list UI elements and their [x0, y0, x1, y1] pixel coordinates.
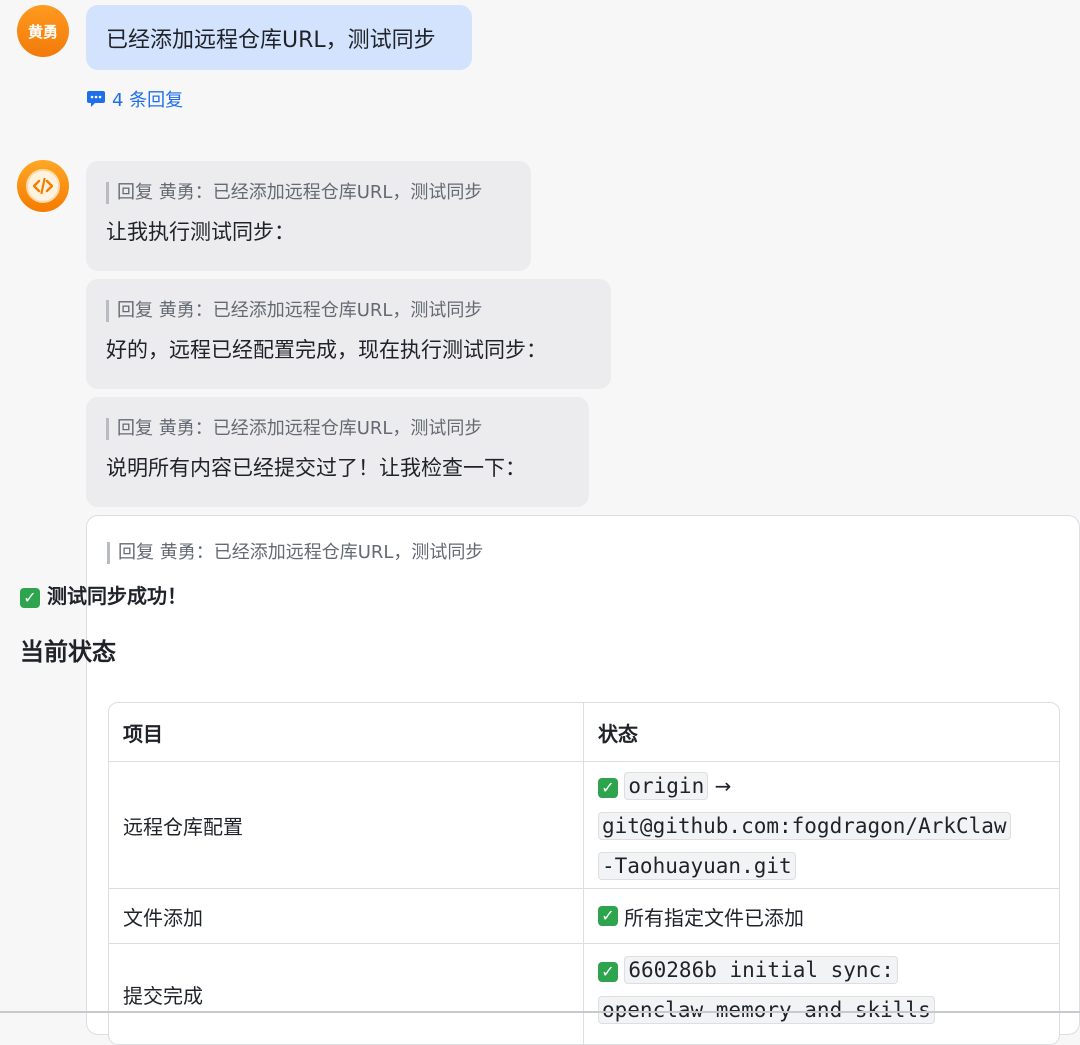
bot-avatar[interactable]	[17, 160, 69, 212]
user-message-text: 已经添加远程仓库URL，测试同步	[106, 27, 436, 53]
table-cell-item: 远程仓库配置	[123, 814, 243, 839]
user-avatar[interactable]: 黄勇	[17, 5, 69, 57]
commit-code: 660286b initial sync:	[624, 956, 898, 984]
replies-link[interactable]: 4 条回复	[86, 86, 183, 112]
reply-text: 说明所有内容已经提交过了！让我检查一下：	[106, 456, 526, 480]
reply-quote: 回复 黄勇：已经添加远程仓库URL，测试同步	[106, 300, 591, 322]
replies-count: 4 条回复	[112, 90, 184, 111]
reply-text: 好的，远程已经配置完成，现在执行测试同步：	[106, 338, 547, 362]
table-row: 提交完成 ✓ 660286b initial sync: openclaw me…	[109, 943, 1059, 1044]
table-cell-status: ✓ 所有指定文件已添加	[583, 889, 1059, 943]
table-row: 远程仓库配置 ✓ origin → git@github.com:fogdrag…	[109, 761, 1059, 888]
table-row: 文件添加 ✓ 所有指定文件已添加	[109, 888, 1059, 943]
table-cell-status: ✓ 660286b initial sync: openclaw memory …	[583, 944, 1059, 1044]
reply-quote: 回复 黄勇：已经添加远程仓库URL，测试同步	[106, 182, 511, 204]
user-message-bubble: 已经添加远程仓库URL，测试同步	[86, 5, 472, 70]
status-table: 项目 状态 远程仓库配置 ✓ origin → git@github.com:f…	[108, 702, 1060, 1045]
remote-url-code-cont: -Taohuayuan.git	[598, 852, 796, 880]
bot-reply-bubble: 回复 黄勇：已经添加远程仓库URL，测试同步 让我执行测试同步：	[86, 161, 531, 271]
success-title: ✓ 测试同步成功！	[20, 580, 187, 609]
reply-quote: 回复 黄勇：已经添加远程仓库URL，测试同步	[106, 418, 569, 440]
table-cell-item: 文件添加	[123, 905, 203, 930]
table-header-row: 项目 状态	[109, 703, 1059, 761]
bot-reply-bubble: 回复 黄勇：已经添加远程仓库URL，测试同步 好的，远程已经配置完成，现在执行测…	[86, 279, 611, 389]
check-icon: ✓	[20, 587, 40, 608]
arrow: →	[714, 774, 732, 798]
status-heading: 当前状态	[20, 638, 116, 666]
check-icon: ✓	[598, 906, 618, 926]
remote-name-code: origin	[624, 772, 709, 800]
code-icon	[26, 169, 60, 203]
user-avatar-text: 黄勇	[27, 22, 58, 41]
table-header-status: 状态	[583, 703, 1059, 761]
check-icon: ✓	[598, 777, 618, 798]
table-cell-item: 提交完成	[123, 983, 203, 1008]
success-text: 测试同步成功！	[46, 584, 187, 608]
table-status-text: 所有指定文件已添加	[624, 905, 804, 930]
bot-reply-bubble: 回复 黄勇：已经添加远程仓库URL，测试同步 说明所有内容已经提交过了！让我检查…	[86, 397, 589, 507]
card-quote: 回复 黄勇：已经添加远程仓库URL，测试同步	[107, 542, 483, 564]
comment-icon	[87, 91, 105, 107]
table-cell-status: ✓ origin → git@github.com:fogdragon/ArkC…	[583, 762, 1059, 888]
reply-text: 让我执行测试同步：	[106, 220, 295, 244]
table-header-item: 项目	[123, 721, 163, 746]
check-icon: ✓	[598, 961, 618, 982]
remote-url-code: git@github.com:fogdragon/ArkClaw	[598, 812, 1011, 840]
commit-code-cont: openclaw memory and skills	[598, 996, 935, 1024]
